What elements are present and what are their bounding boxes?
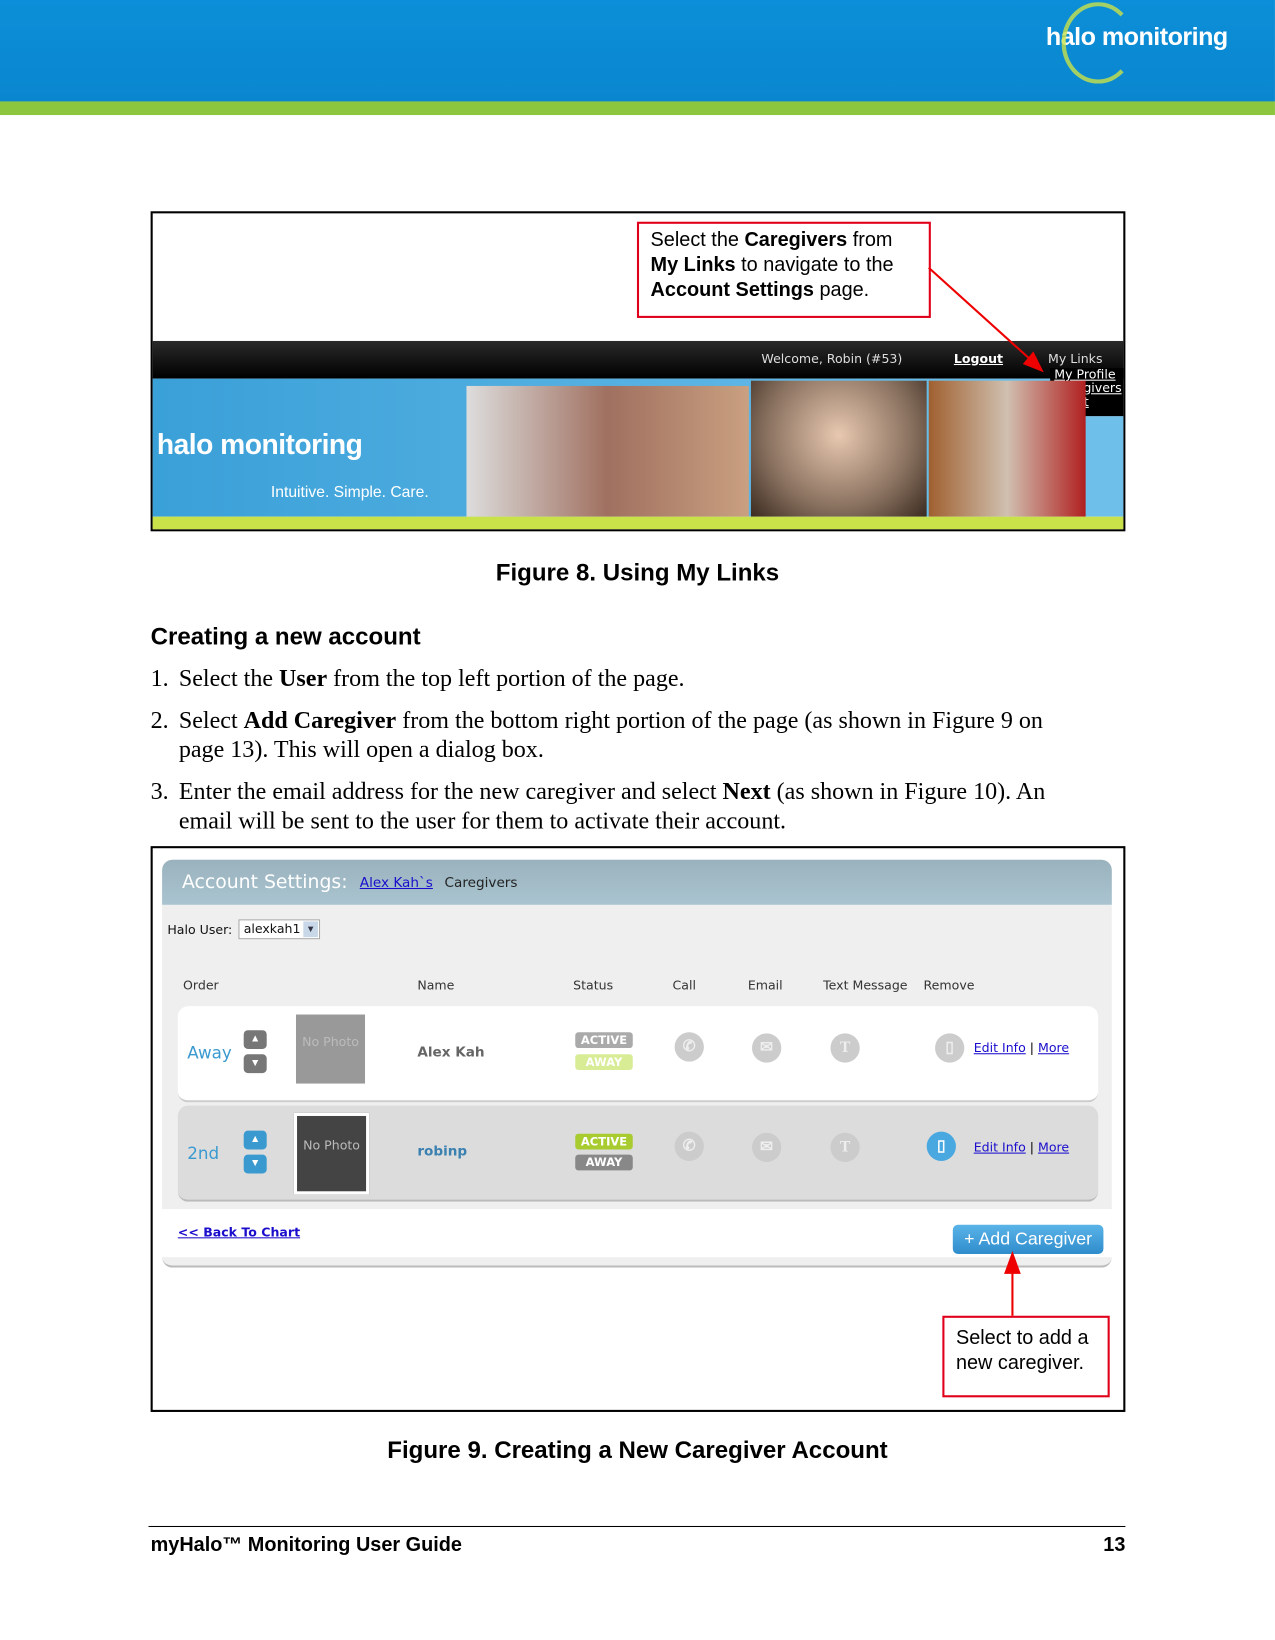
col-name: Name — [417, 977, 455, 993]
table-row: 2nd ▲ ▼ No Photo robinp ACTIVE AWAY ✆ ✉ … — [177, 1105, 1099, 1202]
add-caregiver-button[interactable]: + Add Caregiver — [952, 1224, 1104, 1255]
caregiver-name: Alex Kah — [417, 1044, 485, 1061]
trash-icon[interactable]: ▯ — [926, 1131, 956, 1161]
halo-user-label: Halo User: — [167, 922, 233, 938]
section-heading: Creating a new account — [150, 622, 421, 650]
user-link[interactable]: Alex Kah`s — [360, 875, 433, 891]
col-order: Order — [183, 977, 219, 993]
chevron-down-icon[interactable]: ▼ — [303, 921, 318, 938]
no-photo: No Photo — [293, 1112, 370, 1195]
back-to-chart-link[interactable]: << Back To Chart — [178, 1225, 300, 1240]
trash-icon[interactable]: ▯ — [935, 1033, 965, 1063]
welcome-text: Welcome, Robin (#53) — [761, 351, 903, 367]
move-up-icon[interactable]: ▲ — [243, 1030, 267, 1050]
col-text-message: Text Message — [823, 977, 908, 993]
active-badge[interactable]: ACTIVE — [575, 1133, 633, 1150]
page-number: 13 — [1103, 1534, 1126, 1557]
text-message-icon[interactable]: T — [830, 1033, 860, 1063]
figure-9: Account Settings: Alex Kah`s Caregivers … — [150, 846, 1126, 1412]
step-3: 3. Enter the email address for the new ca… — [150, 778, 1046, 834]
callout-my-links: Select the Caregivers from My Links to n… — [636, 221, 931, 318]
col-status: Status — [573, 977, 614, 993]
callout-add-caregiver: Select to add a new caregiver. — [942, 1315, 1110, 1398]
phone-icon[interactable]: ✆ — [674, 1032, 704, 1062]
table-row: Away ▲ ▼ No Photo Alex Kah ACTIVE AWAY ✆… — [177, 1006, 1099, 1103]
no-photo: No Photo — [295, 1014, 366, 1084]
away-badge[interactable]: AWAY — [575, 1054, 633, 1070]
banner-logo: halo monitoring — [156, 428, 363, 461]
my-profile-link[interactable]: My Profile — [1054, 368, 1123, 382]
move-up-icon[interactable]: ▲ — [243, 1130, 267, 1150]
panel-title: Account Settings: — [181, 871, 348, 894]
footer-rule — [148, 1525, 1126, 1528]
callout-arrow-icon — [928, 266, 1044, 373]
title-suffix: Caregivers — [444, 875, 518, 892]
more-link[interactable]: More — [1038, 1041, 1069, 1056]
edit-info-link[interactable]: Edit Info — [974, 1140, 1026, 1155]
halo-user-select[interactable]: alexkah1 ▼ — [238, 919, 321, 940]
callout-arrow-icon — [1004, 1250, 1021, 1320]
footer-title: myHalo™ Monitoring User Guide — [150, 1534, 462, 1557]
more-link[interactable]: More — [1038, 1140, 1069, 1155]
edit-info-link[interactable]: Edit Info — [974, 1041, 1026, 1056]
green-stripe — [0, 101, 1275, 116]
envelope-icon[interactable]: ✉ — [752, 1132, 782, 1162]
step-1: 1. Select the User from the top left port… — [150, 665, 685, 692]
col-email: Email — [747, 977, 783, 993]
order-label: Away — [187, 1042, 232, 1063]
away-badge[interactable]: AWAY — [575, 1154, 633, 1171]
figure-8: Welcome, Robin (#53) Logout My Links My … — [150, 211, 1126, 532]
move-down-icon[interactable]: ▼ — [243, 1154, 267, 1174]
col-remove: Remove — [923, 977, 975, 993]
photo-woman — [750, 380, 927, 517]
caregiver-name: robinp — [417, 1144, 468, 1160]
text-message-icon[interactable]: T — [830, 1132, 860, 1162]
photo-family — [466, 385, 749, 517]
active-badge[interactable]: ACTIVE — [575, 1032, 633, 1048]
my-links-label: My Links — [1047, 351, 1103, 367]
step-2: 2. Select Add Caregiver from the bottom r… — [150, 707, 1043, 763]
figure-9-caption: Figure 9. Creating a New Caregiver Accou… — [387, 1436, 888, 1464]
phone-icon[interactable]: ✆ — [674, 1131, 704, 1161]
logo-swoosh-icon — [1061, 2, 1135, 84]
order-label: 2nd — [187, 1143, 220, 1164]
move-down-icon[interactable]: ▼ — [243, 1054, 267, 1074]
tagline: Intuitive. Simple. Care. — [270, 483, 429, 501]
steps-list: 1. Select the User from the top left port… — [151, 664, 1092, 836]
photo-window — [928, 380, 1086, 517]
figure-8-caption: Figure 8. Using My Links — [495, 558, 780, 586]
col-call: Call — [672, 977, 696, 993]
envelope-icon[interactable]: ✉ — [752, 1033, 782, 1063]
